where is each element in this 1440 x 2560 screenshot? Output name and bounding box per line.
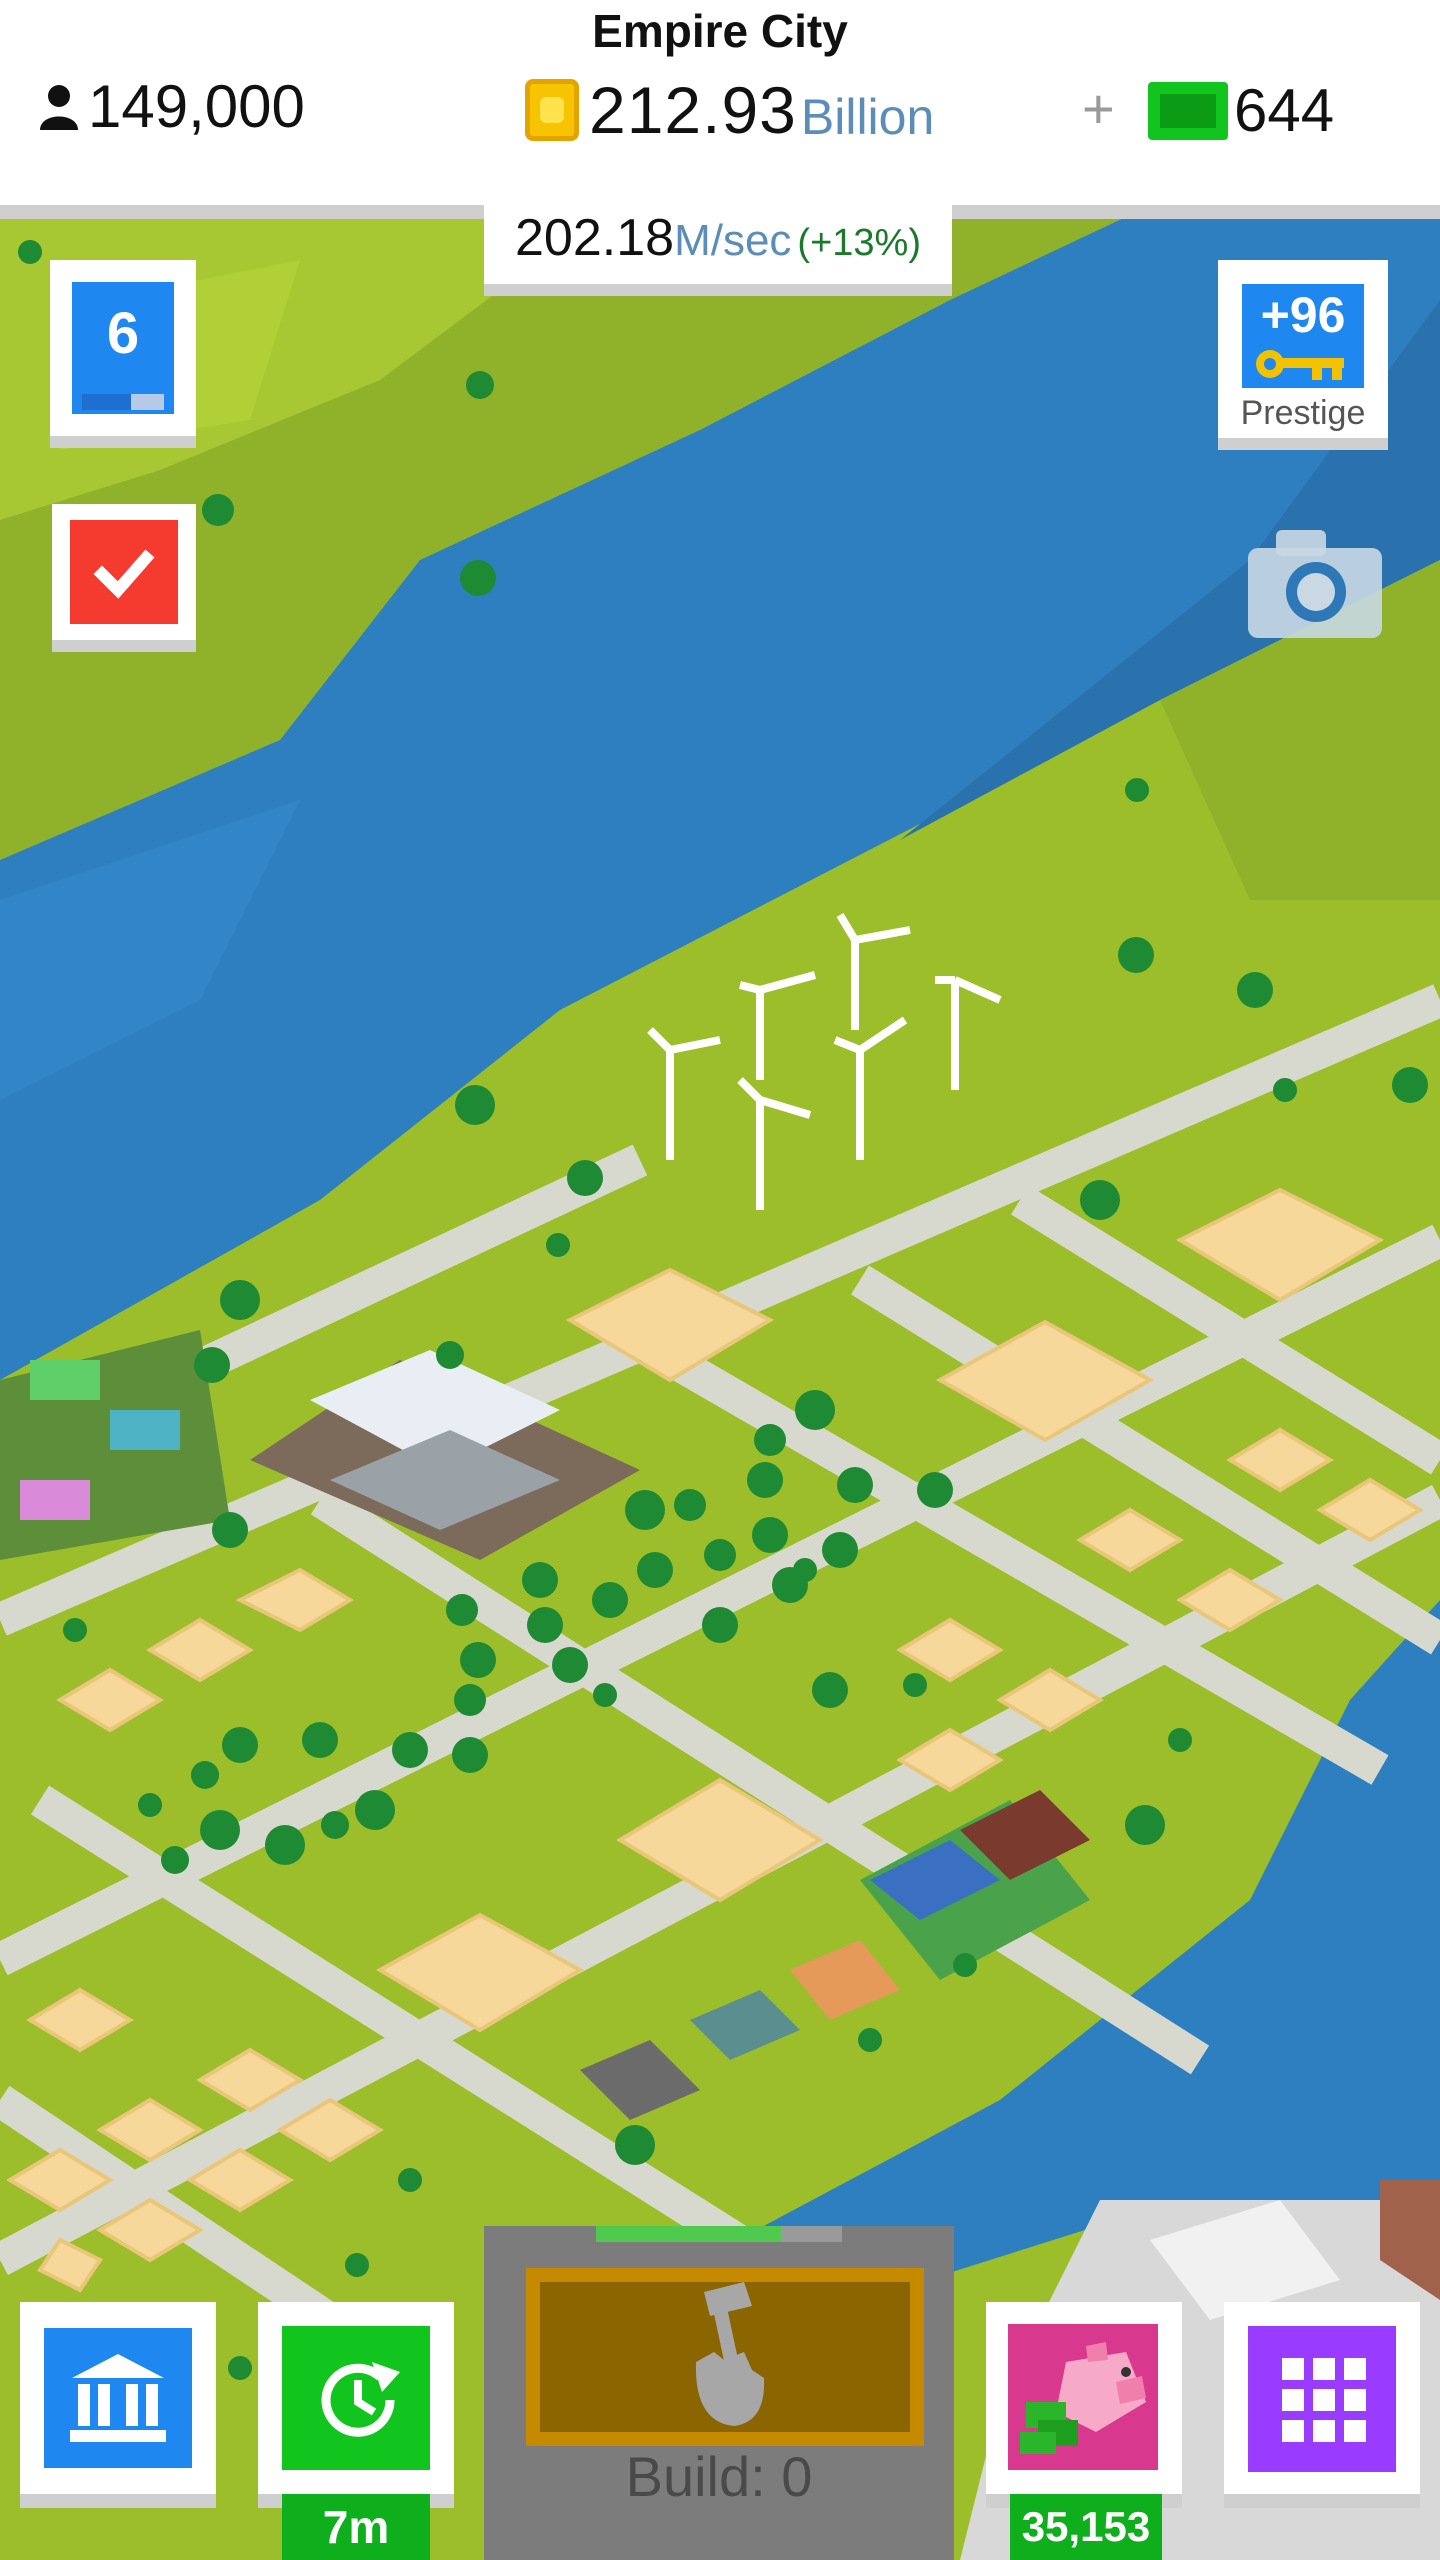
population-counter: 149,000 [38,72,305,141]
level-progress-bar [82,394,164,410]
cash-counter[interactable]: 644 [1148,76,1334,145]
grid-icon [1282,2358,1366,2442]
piggy-bank-icon [1020,2342,1146,2454]
prestige-badge: +96 [1242,284,1364,388]
piggy-bank-button[interactable] [986,2302,1182,2508]
money-unit: Billion [800,89,935,145]
build-label: Build: 0 [625,2445,813,2508]
level-progress-fill [82,394,132,410]
money-counter: 212.93 Billion [525,72,934,148]
menu-badge [1248,2326,1396,2472]
clock-icon [321,2362,400,2437]
income-value: 202.18 [515,209,675,267]
prestige-label: Prestige [1240,394,1366,432]
tasks-button[interactable] [52,504,196,652]
level-badge: 6 [72,282,174,414]
population-value: 149,000 [88,73,305,140]
top-status-bar: Empire City 149,000 212.93 Billion + 644 [0,0,1440,219]
income-rate: 202.18M/sec (+13%) [484,200,952,296]
add-cash-button[interactable]: + [1082,76,1115,141]
hammer-hand-icon [695,2282,765,2426]
bank-icon [70,2354,166,2442]
level-button[interactable]: 6 [50,260,196,448]
person-icon [40,84,78,130]
build-button[interactable]: Build: 0 [484,2226,954,2560]
piggy-bank-value: 35,153 [1010,2494,1162,2560]
bank-button[interactable] [20,2302,216,2508]
prestige-keys: +96 [1260,287,1346,343]
boost-timer-button[interactable] [258,2302,454,2508]
checkmark-icon [93,549,155,599]
income-unit: M/sec [674,216,792,265]
money-amount: 212.93 [589,73,797,147]
prestige-button[interactable]: +96 Prestige [1218,260,1388,450]
camera-icon[interactable] [1248,528,1382,640]
level-number: 6 [106,301,140,366]
income-bonus: (+13%) [797,222,921,264]
banknote-icon [1148,81,1228,140]
city-name[interactable]: Empire City [0,4,1440,58]
build-progress-fill [596,2226,781,2242]
build-progress-bar [596,2226,842,2242]
key-icon [1256,350,1344,380]
cash-value: 644 [1234,77,1335,144]
menu-button[interactable] [1224,2302,1420,2508]
timer-label: 7m [282,2494,430,2560]
coin-icon [525,79,579,141]
